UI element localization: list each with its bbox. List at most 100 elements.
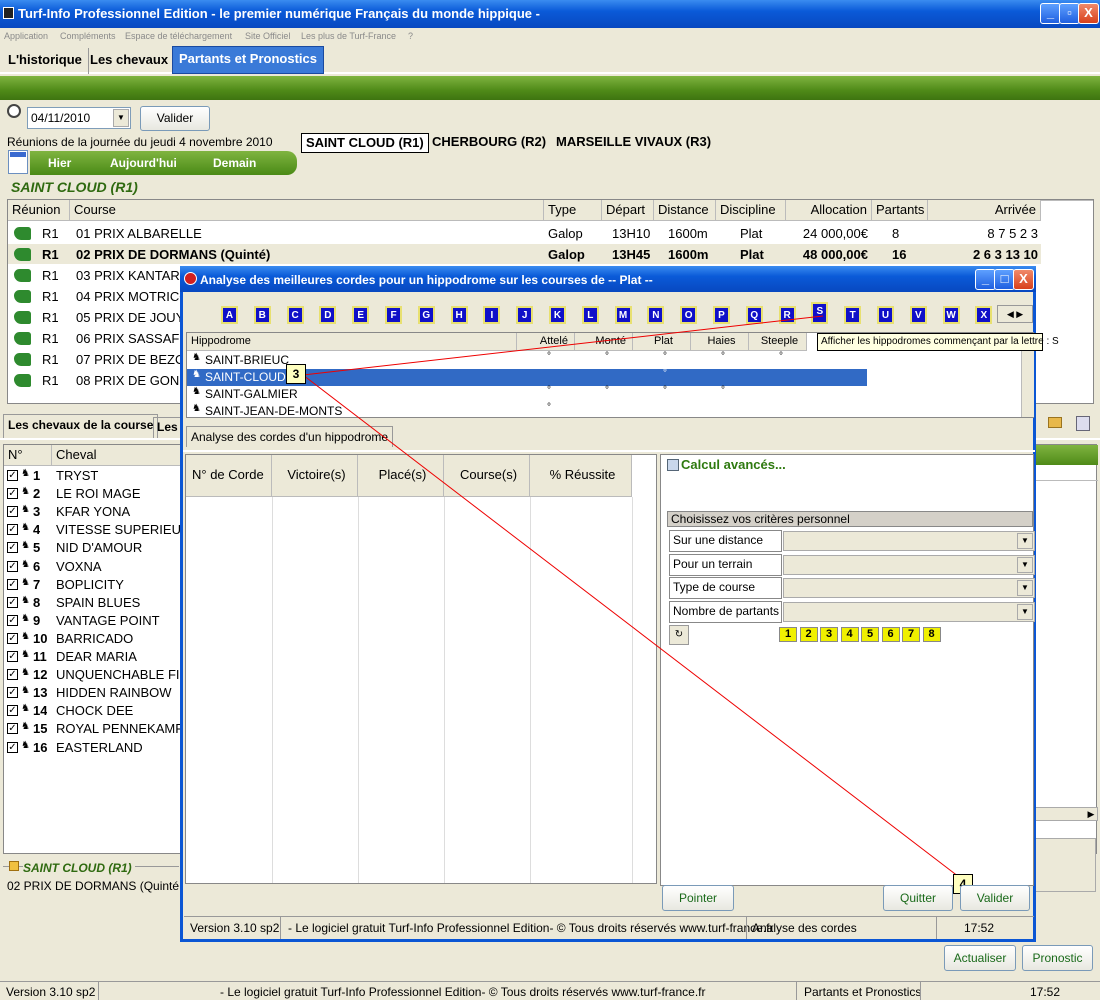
table-row[interactable]: ✓ ♞ 10 BARRICADO	[4, 630, 182, 648]
checkbox[interactable]: ✓	[7, 614, 18, 626]
checkbox[interactable]: ✓	[7, 705, 18, 717]
letter-v[interactable]: V	[909, 306, 927, 324]
chevron-right-icon[interactable]: ▶	[1084, 807, 1098, 821]
letters-scroll[interactable]: ◀ ▶	[997, 305, 1033, 323]
col-arrivee[interactable]: Arrivée	[928, 200, 1041, 221]
chevron-down-icon[interactable]: ▼	[1017, 556, 1033, 573]
checkbox[interactable]: ✓	[7, 560, 18, 572]
refresh-icon[interactable]: ↻	[669, 625, 689, 645]
day-demain[interactable]: Demain	[213, 156, 256, 170]
menu-application[interactable]: Application	[4, 31, 48, 41]
subtab-les[interactable]: Les	[153, 417, 182, 438]
number-6[interactable]: 6	[881, 627, 900, 642]
letter-d[interactable]: D	[319, 306, 337, 324]
letter-s[interactable]: S	[811, 302, 829, 324]
col-victoires[interactable]: Victoire(s)	[272, 455, 358, 497]
criteria-combo[interactable]: ▼	[783, 578, 1035, 598]
table-row[interactable]: ✓ ♞ 8 SPAIN BLUES	[4, 594, 182, 612]
app-icon[interactable]	[3, 7, 14, 19]
table-row[interactable]: ✓ ♞ 3 KFAR YONA	[4, 503, 182, 521]
chevron-down-icon[interactable]: ▼	[1017, 580, 1033, 596]
letter-k[interactable]: K	[549, 306, 566, 324]
col-corde[interactable]: N° de Corde	[186, 455, 272, 497]
table-row[interactable]: ✓ ♞ 13 HIDDEN RAINBOW	[4, 684, 182, 702]
dialog-maximize-button[interactable]: □	[994, 269, 1015, 290]
dialog-close-button[interactable]: X	[1013, 269, 1034, 290]
hippodrome-row[interactable]: ♞ SAINT-GALMIER ° ° ° °	[187, 385, 1017, 403]
letter-b[interactable]: B	[253, 306, 271, 324]
table-row[interactable]: ✓ ♞ 4 VITESSE SUPERIEUR	[4, 521, 182, 539]
number-7[interactable]: 7	[902, 627, 920, 642]
tab-partants-pronostics[interactable]: Partants et Pronostics	[172, 46, 324, 74]
col-reussite[interactable]: % Réussite	[530, 455, 632, 497]
reunion-r2[interactable]: CHERBOURG (R2)	[432, 134, 546, 149]
number-4[interactable]: 4	[840, 627, 859, 642]
pointer-button[interactable]: Pointer	[662, 885, 734, 911]
table-row[interactable]: ✓ ♞ 6 VOXNA	[4, 558, 182, 576]
number-5[interactable]: 5	[861, 627, 879, 642]
checkbox[interactable]: ✓	[7, 669, 18, 681]
actualiser-button[interactable]: Actualiser	[944, 945, 1016, 971]
col-course[interactable]: Course	[70, 200, 544, 221]
checkbox[interactable]: ✓	[7, 488, 18, 500]
tab-historique[interactable]: L'historique	[2, 48, 89, 74]
number-3[interactable]: 3	[820, 627, 838, 642]
col-steeple[interactable]: Steeple	[749, 333, 807, 351]
letter-u[interactable]: U	[877, 306, 894, 324]
table-row[interactable]: ✓ ♞ 14 CHOCK DEE	[4, 702, 182, 720]
criteria-combo[interactable]: ▼	[783, 531, 1035, 551]
criteria-combo[interactable]: ▼	[783, 601, 1035, 622]
table-row[interactable]: R1 02 PRIX DE DORMANS (Quinté) Galop 13H45 1…	[8, 245, 1041, 265]
checkbox[interactable]: ✓	[7, 651, 18, 662]
pronostic-button[interactable]: Pronostic	[1022, 945, 1093, 971]
col-courses[interactable]: Course(s)	[444, 455, 530, 497]
letter-t[interactable]: T	[844, 306, 862, 324]
criteria-combo[interactable]: ▼	[783, 554, 1035, 575]
menu-telechargement[interactable]: Espace de téléchargement	[125, 31, 232, 41]
restore-button[interactable]: ▫	[1059, 3, 1080, 24]
table-row[interactable]: ✓ ♞ 5 NID D'AMOUR	[4, 539, 182, 557]
table-row[interactable]: ✓ ♞ 16 EASTERLAND	[4, 739, 182, 757]
letter-i[interactable]: I	[483, 306, 501, 324]
menu-site-officiel[interactable]: Site Officiel	[245, 31, 290, 41]
checkbox[interactable]: ✓	[7, 687, 18, 699]
checkbox[interactable]: ✓	[7, 506, 18, 518]
hippodrome-row[interactable]: ♞ SAINT-JEAN-DE-MONTS °	[187, 402, 1017, 420]
table-row[interactable]: ✓ ♞ 15 ROYAL PENNEKAMP	[4, 720, 182, 738]
letter-m[interactable]: M	[614, 306, 632, 324]
valider-button[interactable]: Valider	[960, 885, 1030, 911]
letter-o[interactable]: O	[680, 306, 698, 324]
hippodrome-row[interactable]: ♞ SAINT-CLOUD °	[187, 368, 1017, 386]
day-aujourdhui[interactable]: Aujourd'hui	[110, 156, 177, 170]
col-allocation[interactable]: Allocation	[786, 200, 872, 221]
checkbox[interactable]: ✓	[7, 632, 18, 644]
letter-l[interactable]: L	[581, 306, 599, 324]
reunion-r3[interactable]: MARSEILLE VIVAUX (R3)	[556, 134, 711, 149]
table-row[interactable]: ✓ ♞ 12 UNQUENCHABLE FIR	[4, 666, 182, 684]
letter-f[interactable]: F	[385, 306, 402, 324]
quitter-button[interactable]: Quitter	[883, 885, 953, 911]
col-cheval[interactable]: Cheval	[52, 445, 182, 466]
date-combo[interactable]: 04/11/2010 ▼	[27, 107, 131, 129]
col-partants[interactable]: Partants	[872, 200, 928, 221]
chevron-down-icon[interactable]: ▼	[1017, 603, 1033, 620]
menu-plus-turf-france[interactable]: Les plus de Turf-France	[301, 31, 396, 41]
close-button[interactable]: X	[1078, 3, 1099, 24]
letter-g[interactable]: G	[417, 306, 435, 324]
col-monte[interactable]: Monté	[575, 333, 633, 351]
reunion-r1[interactable]: SAINT CLOUD (R1)	[301, 133, 429, 153]
folder-icon[interactable]	[1048, 417, 1062, 428]
tab-chevaux[interactable]: Les chevaux	[84, 48, 176, 74]
checkbox[interactable]: ✓	[7, 542, 18, 554]
subtab-chevaux-course[interactable]: Les chevaux de la course	[3, 414, 159, 438]
checkbox[interactable]: ✓	[7, 723, 18, 735]
dialog-minimize-button[interactable]: _	[975, 269, 996, 290]
checkbox[interactable]: ✓	[7, 524, 18, 536]
letter-x[interactable]: X	[975, 306, 993, 324]
letter-e[interactable]: E	[352, 306, 370, 324]
number-2[interactable]: 2	[799, 627, 818, 642]
col-discipline[interactable]: Discipline	[716, 200, 786, 221]
letter-r[interactable]: R	[778, 306, 796, 324]
col-haies[interactable]: Haies	[691, 333, 749, 351]
letter-q[interactable]: Q	[745, 306, 763, 324]
